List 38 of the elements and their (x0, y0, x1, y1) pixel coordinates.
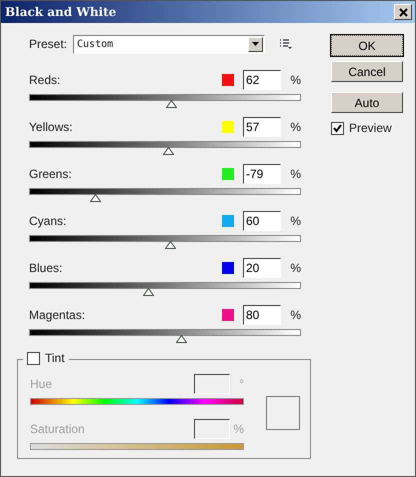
percent-label: % (289, 308, 301, 322)
percent-label: % (289, 167, 301, 181)
dropdown-arrow-icon (252, 42, 260, 46)
preview-label[interactable]: Preview (349, 121, 392, 135)
value-field[interactable]: 80 (243, 305, 281, 325)
channel-label: Magentas: (29, 308, 86, 322)
close-button[interactable] (394, 4, 412, 20)
hue-field[interactable] (194, 374, 230, 394)
channel-label: Cyans: (29, 214, 68, 228)
saturation-label: Saturation (30, 422, 86, 436)
channel-label: Greens: (29, 167, 73, 181)
dialog-button[interactable]: OK (331, 35, 403, 56)
tint-checkbox[interactable] (27, 352, 40, 364)
dialog-button[interactable]: Cancel (331, 61, 403, 82)
channel-label: Yellows: (29, 120, 74, 134)
hue-label: Hue (30, 377, 54, 391)
value-field[interactable]: 57 (243, 117, 281, 137)
dialog-button[interactable]: Auto (331, 92, 403, 113)
window-title: Black and White (5, 5, 116, 19)
value-field[interactable]: -79 (243, 164, 281, 184)
degree-label: ° (238, 377, 244, 391)
value-field[interactable]: 62 (243, 70, 281, 90)
value-field[interactable]: 60 (243, 211, 281, 231)
channel-label: Blues: (29, 261, 64, 275)
percent-label: % (289, 120, 301, 134)
percent-label: % (232, 422, 244, 436)
preview-checkbox[interactable] (331, 122, 344, 134)
percent-label: % (289, 261, 301, 275)
preset-dropdown[interactable]: Custom (73, 34, 266, 54)
saturation-field[interactable] (194, 419, 230, 439)
percent-label: % (289, 73, 301, 87)
channel-label: Reds: (29, 73, 62, 87)
close-icon (398, 8, 408, 16)
preset-label: Preset: (29, 37, 68, 51)
preset-menu-icon[interactable] (279, 38, 294, 50)
percent-label: % (289, 214, 301, 228)
tint-color-swatch[interactable] (266, 396, 300, 430)
value-field[interactable]: 20 (243, 258, 281, 278)
